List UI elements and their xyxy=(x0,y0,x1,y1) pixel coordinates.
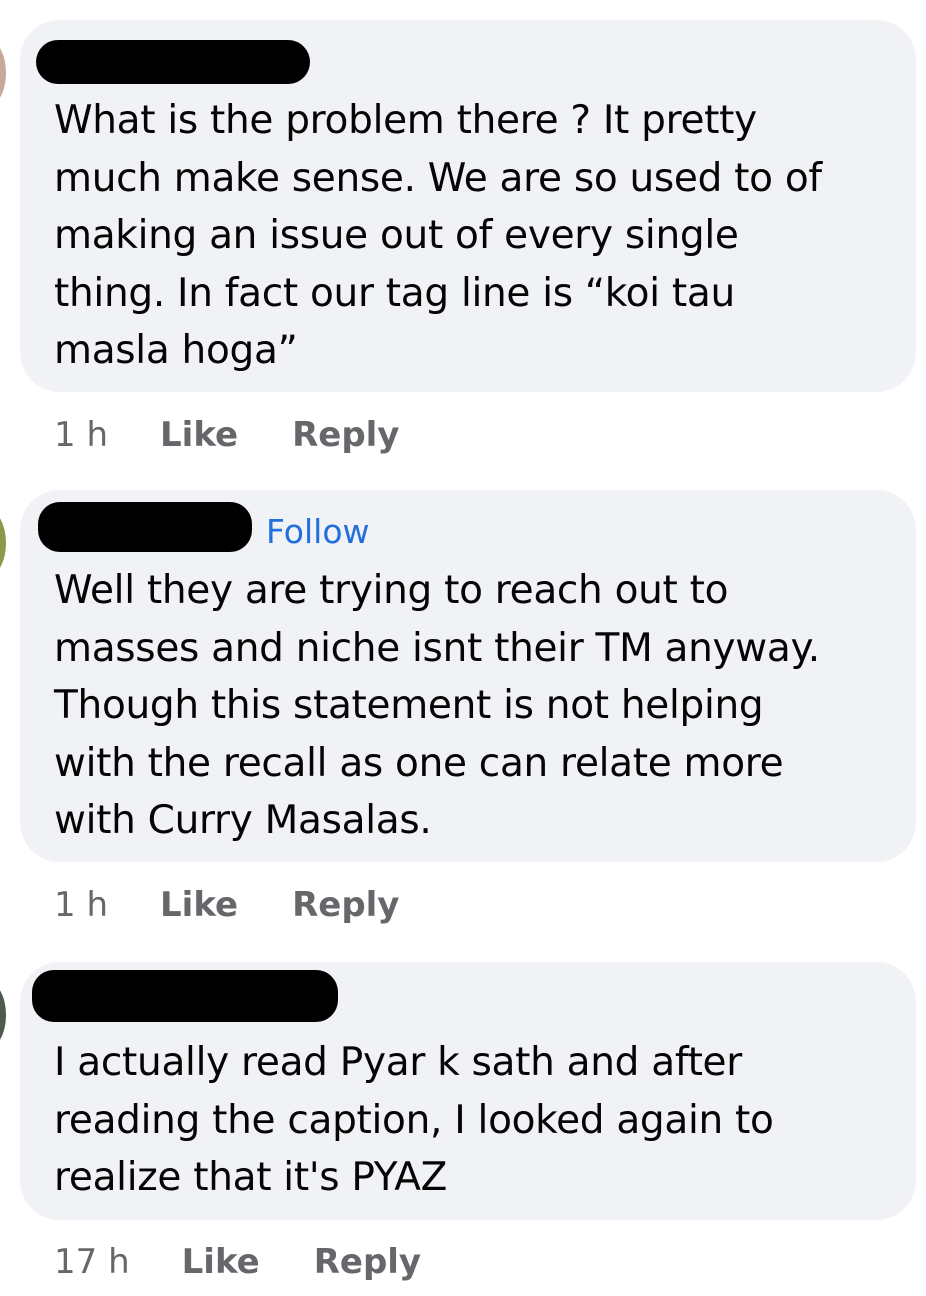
reply-button[interactable]: Reply xyxy=(292,885,399,925)
comment-text: What is the problem there ? It pretty mu… xyxy=(54,98,822,373)
redacted-name xyxy=(38,502,252,552)
comment-actions: 1 h Like Reply xyxy=(54,880,399,930)
comment-bubble: What is the problem there ? It pretty mu… xyxy=(20,20,916,392)
comment-bubble: Follow Well they are trying to reach out… xyxy=(20,490,916,862)
like-button[interactable]: Like xyxy=(182,1242,260,1282)
redacted-name xyxy=(36,40,310,84)
comment-actions: 1 h Like Reply xyxy=(54,410,399,460)
comment-text: Well they are trying to reach out to mas… xyxy=(54,568,820,843)
follow-button[interactable]: Follow xyxy=(266,512,370,552)
redacted-name xyxy=(32,970,338,1022)
reply-button[interactable]: Reply xyxy=(314,1242,421,1282)
comment-timestamp[interactable]: 1 h xyxy=(54,885,108,925)
comment-timestamp[interactable]: 1 h xyxy=(54,415,108,455)
comment-bubble: I actually read Pyar k sath and after re… xyxy=(20,962,916,1220)
comment-text: I actually read Pyar k sath and after re… xyxy=(54,1040,774,1200)
comment-actions: 17 h Like Reply xyxy=(54,1237,421,1287)
avatar[interactable] xyxy=(0,510,6,576)
comment-timestamp[interactable]: 17 h xyxy=(54,1242,130,1282)
like-button[interactable]: Like xyxy=(160,415,238,455)
avatar[interactable] xyxy=(0,40,6,106)
like-button[interactable]: Like xyxy=(160,885,238,925)
avatar[interactable] xyxy=(0,982,6,1048)
reply-button[interactable]: Reply xyxy=(292,415,399,455)
